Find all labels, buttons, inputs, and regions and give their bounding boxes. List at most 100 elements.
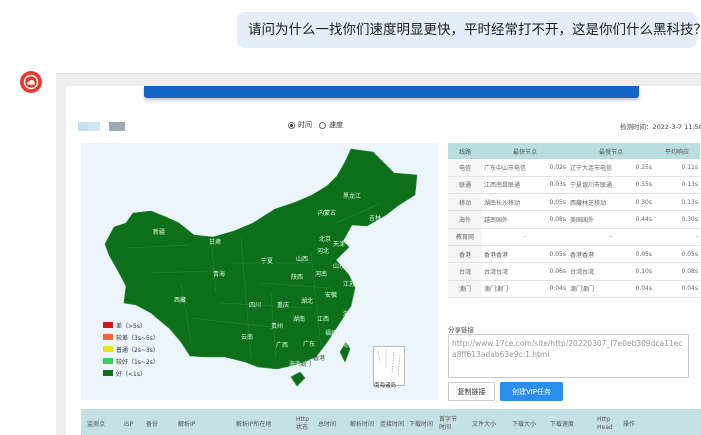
blurred-chip bbox=[88, 122, 100, 131]
slowest-node-cell: 澳门澳门 bbox=[568, 280, 634, 298]
legend-label: 好（<1s） bbox=[116, 370, 146, 378]
copy-link-button[interactable]: 复制链接 bbox=[448, 382, 495, 401]
table-row: 香港 香港香港 0.05s 香港香港 0.05s 0.05s bbox=[448, 245, 700, 264]
legend-row: 好（<1s） bbox=[103, 367, 159, 379]
column-header: 线路 bbox=[448, 143, 482, 159]
south-sea-inset bbox=[373, 346, 405, 386]
speed-table: 线路 最快节点 最慢节点 平均响应 电信 广东中山市电信 0.02s 辽宁大连市… bbox=[448, 143, 700, 298]
fastest-time-cell: 0.03s bbox=[548, 176, 568, 195]
line-cell: 联通 bbox=[448, 176, 482, 195]
province-label: 安徽 bbox=[325, 292, 338, 299]
line-cell: 香港 bbox=[448, 245, 482, 264]
line-cell: 电信 bbox=[448, 159, 482, 177]
province-label: 重庆 bbox=[277, 302, 290, 309]
legend-swatch bbox=[103, 322, 113, 328]
fastest-time-cell: 0.05s bbox=[548, 193, 568, 212]
attached-screenshot[interactable]: 时间 速度 检测时间：2022-3-7 11:58:59 黑龙江 吉林 辽宁 内… bbox=[56, 73, 701, 435]
legend-swatch bbox=[103, 346, 113, 352]
slowest-node-cell: 宁夏银川市联通 bbox=[568, 176, 634, 195]
province-label: 青海 bbox=[213, 271, 226, 278]
south-sea-label: 南海诸岛 bbox=[374, 383, 397, 389]
top-banner bbox=[144, 86, 639, 98]
results-table-header: 监测点 ISP 备份 解析IP 解析IP所在地 Http状态 总时间 解析时间 … bbox=[81, 409, 701, 435]
results-column-header: 解析IP bbox=[178, 421, 196, 428]
province-label: 云南 bbox=[241, 334, 254, 341]
column-header: 最慢节点 bbox=[568, 143, 654, 159]
legend-label: 较差（3s~5s） bbox=[116, 334, 159, 342]
province-label: 吉林 bbox=[369, 215, 382, 222]
results-column-header: 解析IP所在地 bbox=[236, 421, 272, 428]
results-column-header: 文件大小 bbox=[472, 421, 497, 428]
average-cell: 0.11s bbox=[654, 159, 700, 177]
blurred-chip bbox=[78, 122, 88, 131]
province-label: 湖北 bbox=[301, 298, 314, 305]
province-label: 上海 bbox=[352, 298, 365, 305]
legend-row: 普通（2s~3s） bbox=[103, 343, 159, 355]
radio-time[interactable] bbox=[288, 121, 295, 129]
province-label: 贵州 bbox=[271, 323, 284, 330]
fastest-time-cell: 0.05s bbox=[548, 245, 568, 264]
check-time: 检测时间：2022-3-7 11:58:59 bbox=[620, 123, 701, 131]
slowest-time-cell: 0.04s bbox=[634, 280, 654, 298]
average-cell: 0.04s bbox=[654, 280, 700, 298]
province-label: 山西 bbox=[296, 256, 309, 263]
table-row: 教育网 - - - bbox=[448, 228, 700, 246]
legend-row: 差（>5s） bbox=[103, 319, 159, 331]
slowest-time-cell: 0.44s bbox=[634, 210, 654, 229]
radio-speed[interactable] bbox=[319, 121, 326, 129]
results-column-header: 下载大小 bbox=[512, 421, 537, 428]
fastest-node-cell: 广东中山市电信 bbox=[482, 159, 548, 177]
fastest-time-cell: 0.06s bbox=[548, 262, 568, 281]
blurred-chip bbox=[109, 122, 125, 131]
province-label: 澳门 bbox=[299, 361, 312, 368]
cloud-logo-icon bbox=[20, 71, 42, 93]
fastest-time-cell: 0.08s bbox=[548, 210, 568, 229]
fastest-node-cell: 台湾台湾 bbox=[482, 262, 548, 281]
user-message-bubble: 请问为什么一找你们速度明显更快，平时经常打不开，这是你们什么黑科技？ bbox=[237, 12, 701, 48]
province-label: 宁夏 bbox=[261, 258, 274, 265]
share-link-textarea[interactable]: http://www.17ce.com/site/http/20220307_f… bbox=[448, 334, 689, 378]
mode-radio-group: 时间 速度 bbox=[288, 120, 343, 130]
province-label: 四川 bbox=[249, 302, 262, 309]
average-cell: - bbox=[654, 228, 700, 246]
results-column-header: ISP bbox=[124, 421, 134, 428]
radio-speed-label: 速度 bbox=[329, 121, 343, 129]
results-column-header: 下载时间 bbox=[409, 421, 434, 428]
table-row: 电信 广东中山市电信 0.02s 辽宁大连市电信 0.25s 0.11s bbox=[448, 159, 700, 177]
legend-swatch bbox=[103, 358, 113, 364]
slowest-time-cell: 0.55s bbox=[634, 176, 654, 195]
results-column-header: 下载速度 bbox=[550, 421, 575, 428]
legend-row: 较好（1s~2s） bbox=[103, 355, 159, 367]
slowest-time-cell: 0.10s bbox=[634, 262, 654, 281]
province-label: 黑龙江 bbox=[343, 193, 362, 200]
table-row: 联通 江西南昌联通 0.03s 宁夏银川市联通 0.55s 0.13s bbox=[448, 176, 700, 195]
create-vip-task-button[interactable]: 创建VIP任务 bbox=[500, 382, 563, 401]
results-column-header: 连接时间 bbox=[380, 421, 405, 428]
average-cell: 0.05s bbox=[654, 245, 700, 264]
slowest-node-cell: 辽宁大连市电信 bbox=[568, 159, 634, 177]
slowest-node-cell: - bbox=[568, 228, 654, 246]
column-header: 平均响应 bbox=[654, 143, 700, 159]
table-header-row: 线路 最快节点 最慢节点 平均响应 bbox=[448, 143, 700, 159]
legend-label: 较好（1s~2s） bbox=[116, 358, 159, 366]
slowest-time-cell: 0.05s bbox=[634, 245, 654, 264]
legend-row: 较差（3s~5s） bbox=[103, 331, 159, 343]
slowest-node-cell: 香港香港 bbox=[568, 245, 634, 264]
table-row: 移动 湖南长沙移动 0.05s 西藏林芝移动 0.30s 0.13s bbox=[448, 193, 700, 212]
province-label: 内蒙古 bbox=[318, 210, 337, 217]
average-cell: 0.13s bbox=[654, 176, 700, 195]
results-column-header: Http状态 bbox=[296, 416, 310, 431]
fastest-node-cell: 越南国外 bbox=[482, 210, 548, 229]
table-row: 澳门 澳门澳门 0.04s 澳门澳门 0.04s 0.04s bbox=[448, 280, 700, 298]
chat-screen: 请问为什么一找你们速度明显更快，平时经常打不开，这是你们什么黑科技？ 时间 速度… bbox=[0, 0, 701, 435]
legend-swatch bbox=[103, 370, 113, 376]
slowest-time-cell: 0.30s bbox=[634, 193, 654, 212]
province-label: 北京 bbox=[319, 236, 332, 243]
results-column-header: 监测点 bbox=[87, 421, 106, 428]
province-label: 广东 bbox=[303, 341, 316, 348]
province-label: 辽宁 bbox=[348, 234, 361, 241]
province-label: 河北 bbox=[317, 248, 330, 255]
province-label: 山东 bbox=[333, 263, 346, 270]
average-cell: 0.08s bbox=[654, 262, 700, 281]
fastest-node-cell: - bbox=[482, 228, 568, 246]
